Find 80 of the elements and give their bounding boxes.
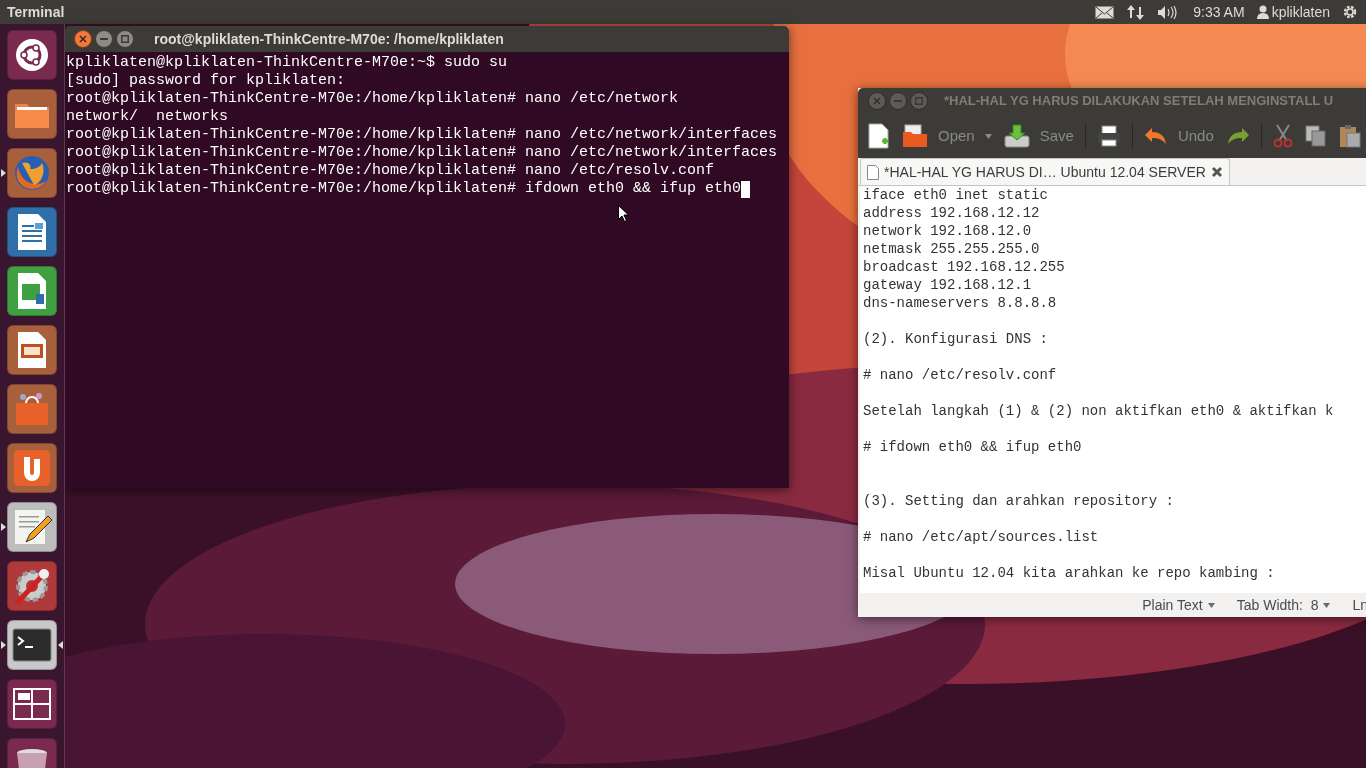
text-line: Setelah langkah (1) & (2) non aktifkan eth0 & aktifkan k (863, 402, 1334, 420)
mouse-pointer-icon (618, 205, 629, 222)
spreadsheet-icon (16, 272, 48, 310)
network-arrows-icon[interactable] (1127, 3, 1145, 21)
settings-launcher-item[interactable] (7, 561, 57, 611)
text-line: netmask 255.255.255.0 (863, 240, 1040, 258)
terminal-line: root@kpliklaten-ThinkCentre-M70e:/home/kpliklaten# nano /etc/network (66, 90, 679, 108)
fox-globe-icon (12, 153, 52, 193)
caret-icon (1323, 602, 1331, 608)
spreadsheet-launcher-item[interactable] (7, 266, 57, 316)
minimize-icon (894, 100, 902, 102)
document-icon (867, 164, 879, 180)
terminal-line: root@kpliklaten-ThinkCentre-M70e:/home/kpliklaten# ifdown eth0 && ifup eth0 (66, 180, 742, 198)
files-launcher-item[interactable] (7, 89, 57, 139)
window-title: *HAL-HAL YG HARUS DILAKUKAN SETELAH MENGINSTALL U (944, 92, 1334, 111)
clipboard-icon (1338, 124, 1361, 148)
clock[interactable]: 9:33 AM (1193, 1, 1245, 23)
document-icon (16, 213, 48, 251)
text-line: Misal Ubuntu 12.04 kita arahkan ke repo kambing : (863, 564, 1275, 582)
terminal-launcher-item[interactable] (7, 620, 57, 670)
volume-icon[interactable] (1157, 4, 1178, 20)
maximize-icon (915, 97, 923, 105)
minimize-icon (100, 38, 108, 40)
caret-icon (984, 133, 992, 139)
text-line: # nano /etc/apt/sources.list (863, 528, 1099, 546)
user-name[interactable]: kpliklaten (1271, 1, 1330, 23)
presentation-icon (16, 331, 48, 369)
text-line: (2). Konfigurasi DNS : (863, 330, 1048, 348)
notepad-pencil-icon (12, 508, 52, 546)
scissors-icon (1272, 124, 1293, 148)
close-icon[interactable] (1210, 166, 1223, 178)
mail-icon[interactable] (1095, 5, 1115, 19)
text-line: dns-nameservers 8.8.8.8 (863, 294, 1057, 312)
document-tab[interactable]: *HAL-HAL YG HARUS DI… Ubuntu 12.04 SERVER (860, 158, 1230, 185)
text-editor-launcher-item[interactable] (7, 502, 57, 552)
copy-icon (1304, 125, 1327, 147)
text-line: broadcast 192.168.12.255 (863, 258, 1065, 276)
caret-icon (1207, 602, 1215, 608)
close-button[interactable] (74, 30, 92, 48)
terminal-line: network/ networks (66, 108, 229, 126)
ubuntu-logo-icon (15, 38, 49, 72)
folder-icon (902, 124, 928, 148)
status-dropdown[interactable]: Tab Width: 8 (1236, 594, 1331, 616)
terminal-line: root@kpliklaten-ThinkCentre-M70e:/home/kpliklaten# nano /etc/network/interfaces (66, 126, 778, 144)
close-icon (79, 35, 87, 43)
terminal-icon (12, 628, 52, 662)
new-document-icon (868, 123, 890, 149)
maximize-icon (121, 35, 129, 43)
text-line: network 192.168.12.0 (863, 222, 1032, 240)
text-line: (3). Setting dan arahkan repository : (863, 492, 1174, 510)
ubuntu-one-launcher-item[interactable] (7, 443, 57, 493)
maximize-button[interactable] (116, 30, 134, 48)
settings-icon[interactable] (1342, 4, 1358, 20)
text-line: # nano /etc/resolv.conf (863, 366, 1057, 384)
user-icon[interactable] (1256, 5, 1269, 19)
terminal-line: root@kpliklaten-ThinkCentre-M70e:/home/kpliklaten# nano /etc/resolv.conf (66, 162, 715, 180)
dash-button[interactable] (7, 30, 57, 80)
undo-arrow-icon (1143, 127, 1168, 145)
workspace-switcher-launcher-item[interactable] (7, 679, 57, 729)
text-line: address 192.168.12.12 (863, 204, 1040, 222)
writer-launcher-item[interactable] (7, 207, 57, 257)
text-line: iface eth0 inet static (863, 186, 1048, 204)
redo-arrow-icon (1225, 127, 1250, 145)
terminal-line: root@kpliklaten-ThinkCentre-M70e:/home/kpliklaten# nano /etc/network/interfaces (66, 144, 778, 162)
software-center-launcher-item[interactable] (7, 384, 57, 434)
presentation-launcher-item[interactable] (7, 325, 57, 375)
window-title: root@kpliklaten-ThinkCentre-M70e: /home/kpliklaten (154, 29, 504, 49)
text-line: gateway 192.168.12.1 (863, 276, 1032, 294)
close-icon (873, 97, 881, 105)
terminal-line: kpliklaten@kpliklaten-ThinkCentre-M70e:~$ sudo su (66, 54, 508, 72)
terminal-line: [sudo] password for kpliklaten: (66, 72, 346, 90)
shopping-bag-icon (13, 391, 51, 427)
minimize-button[interactable] (95, 30, 113, 48)
app-title: Terminal (7, 2, 65, 22)
status-dropdown[interactable]: Plain Text (1142, 594, 1215, 616)
save-download-icon (1003, 124, 1030, 148)
workspaces-grid-icon (13, 688, 51, 720)
printer-icon (1096, 125, 1121, 147)
text-line: # ifdown eth0 && ifup eth0 (863, 438, 1082, 456)
browser-launcher-item[interactable] (7, 148, 57, 198)
